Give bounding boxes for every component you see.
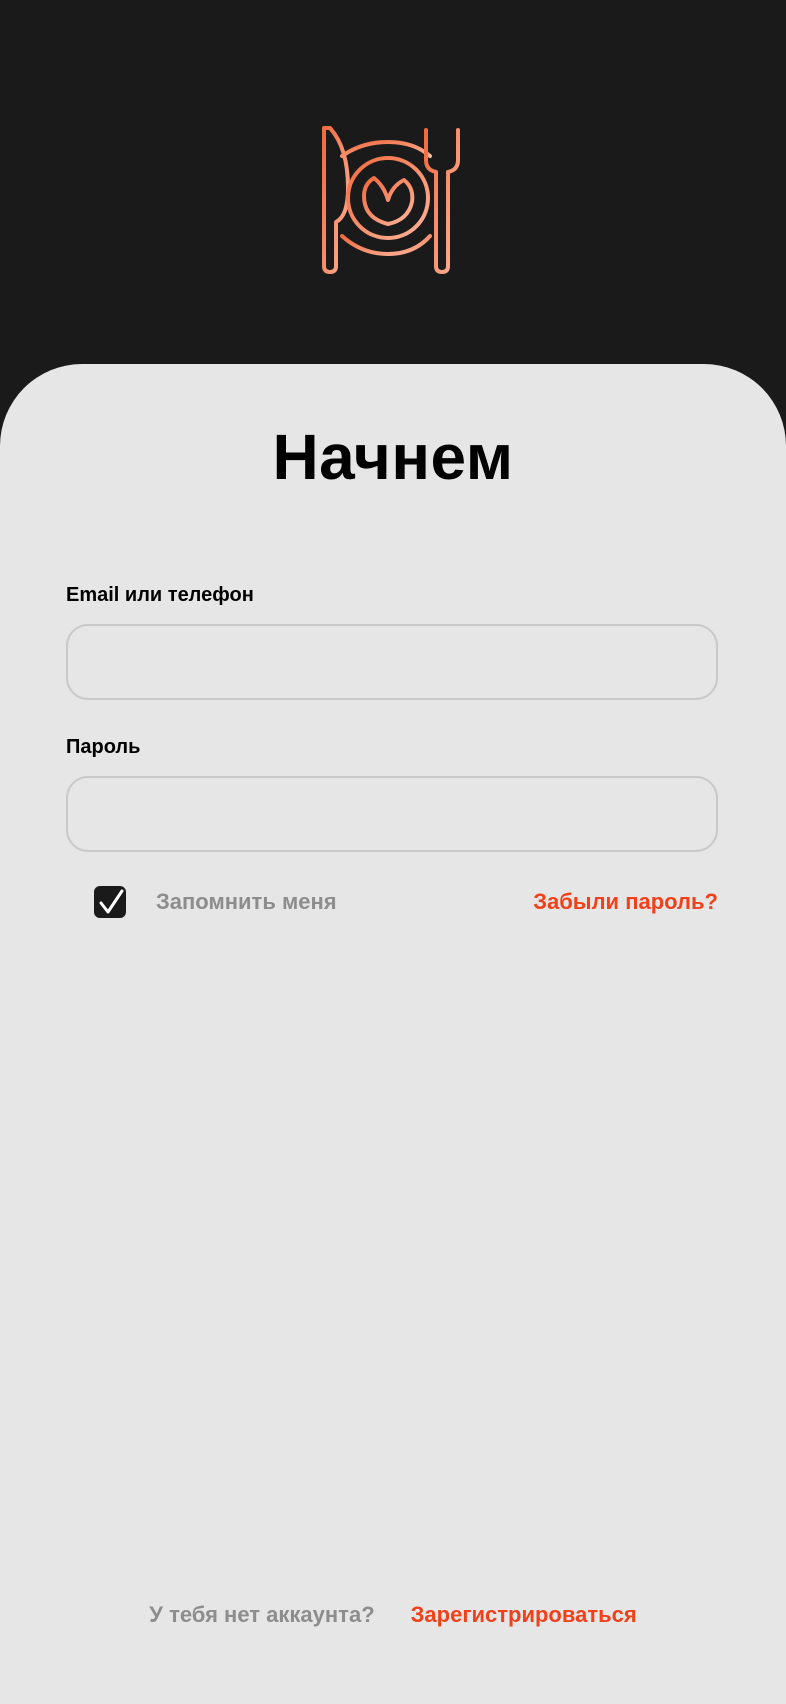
forgot-password-link[interactable]: Забыли пароль? (533, 889, 718, 915)
checkmark-icon (99, 889, 124, 914)
register-link[interactable]: Зарегистрироваться (411, 1602, 637, 1627)
email-field-label: Email или телефон (66, 584, 254, 606)
no-account-text: У тебя нет аккаунта? (149, 1602, 375, 1627)
email-field[interactable] (66, 624, 718, 700)
password-field-label: Пароль (66, 736, 141, 758)
remember-me-checkbox[interactable] (94, 886, 126, 918)
login-card: Начнем Email или телефон Пароль Запомнит… (0, 364, 786, 1704)
remember-me-label[interactable]: Запомнить меня (156, 889, 337, 915)
page-title: Начнем (272, 421, 514, 493)
plate-fork-knife-icon (322, 126, 460, 274)
signup-prompt: У тебя нет аккаунта? Зарегистрироваться (0, 1602, 786, 1628)
header (0, 0, 786, 364)
password-field[interactable] (66, 776, 718, 852)
